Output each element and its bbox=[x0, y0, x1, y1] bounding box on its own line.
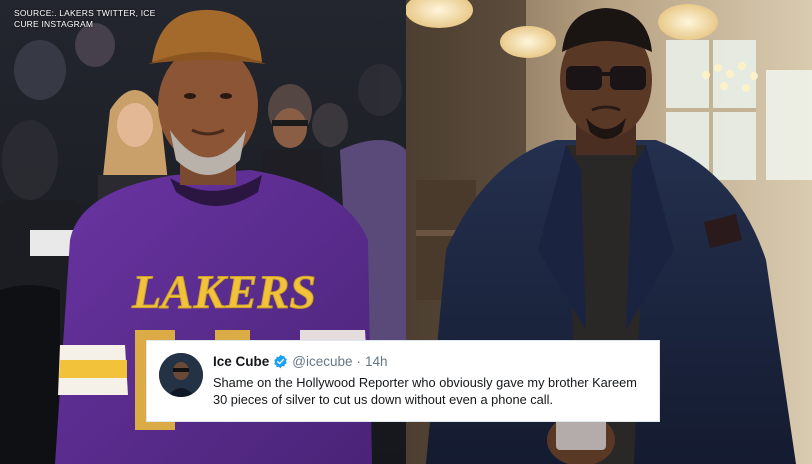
tweet-body: Shame on the Hollywood Reporter who obvi… bbox=[213, 375, 637, 407]
pendant-lamp bbox=[500, 26, 556, 58]
tweet-header: Ice Cube @icecube · 14h bbox=[213, 354, 388, 369]
tweet-card[interactable]: Ice Cube @icecube · 14h Shame on the Hol… bbox=[146, 340, 660, 422]
pendant-lamp bbox=[658, 4, 718, 40]
source-credit: SOURCE:. LAKERS TWITTER, ICE CURE INSTAG… bbox=[14, 8, 156, 29]
jersey-wordmark: LAKERS bbox=[131, 266, 316, 319]
verified-badge-icon bbox=[273, 354, 288, 369]
tweet-separator: · bbox=[356, 354, 362, 369]
tweet-author-name[interactable]: Ice Cube bbox=[213, 354, 269, 369]
tweet-timestamp[interactable]: 14h bbox=[365, 354, 388, 369]
tweet-handle[interactable]: @icecube bbox=[292, 354, 352, 369]
avatar[interactable] bbox=[159, 353, 203, 397]
